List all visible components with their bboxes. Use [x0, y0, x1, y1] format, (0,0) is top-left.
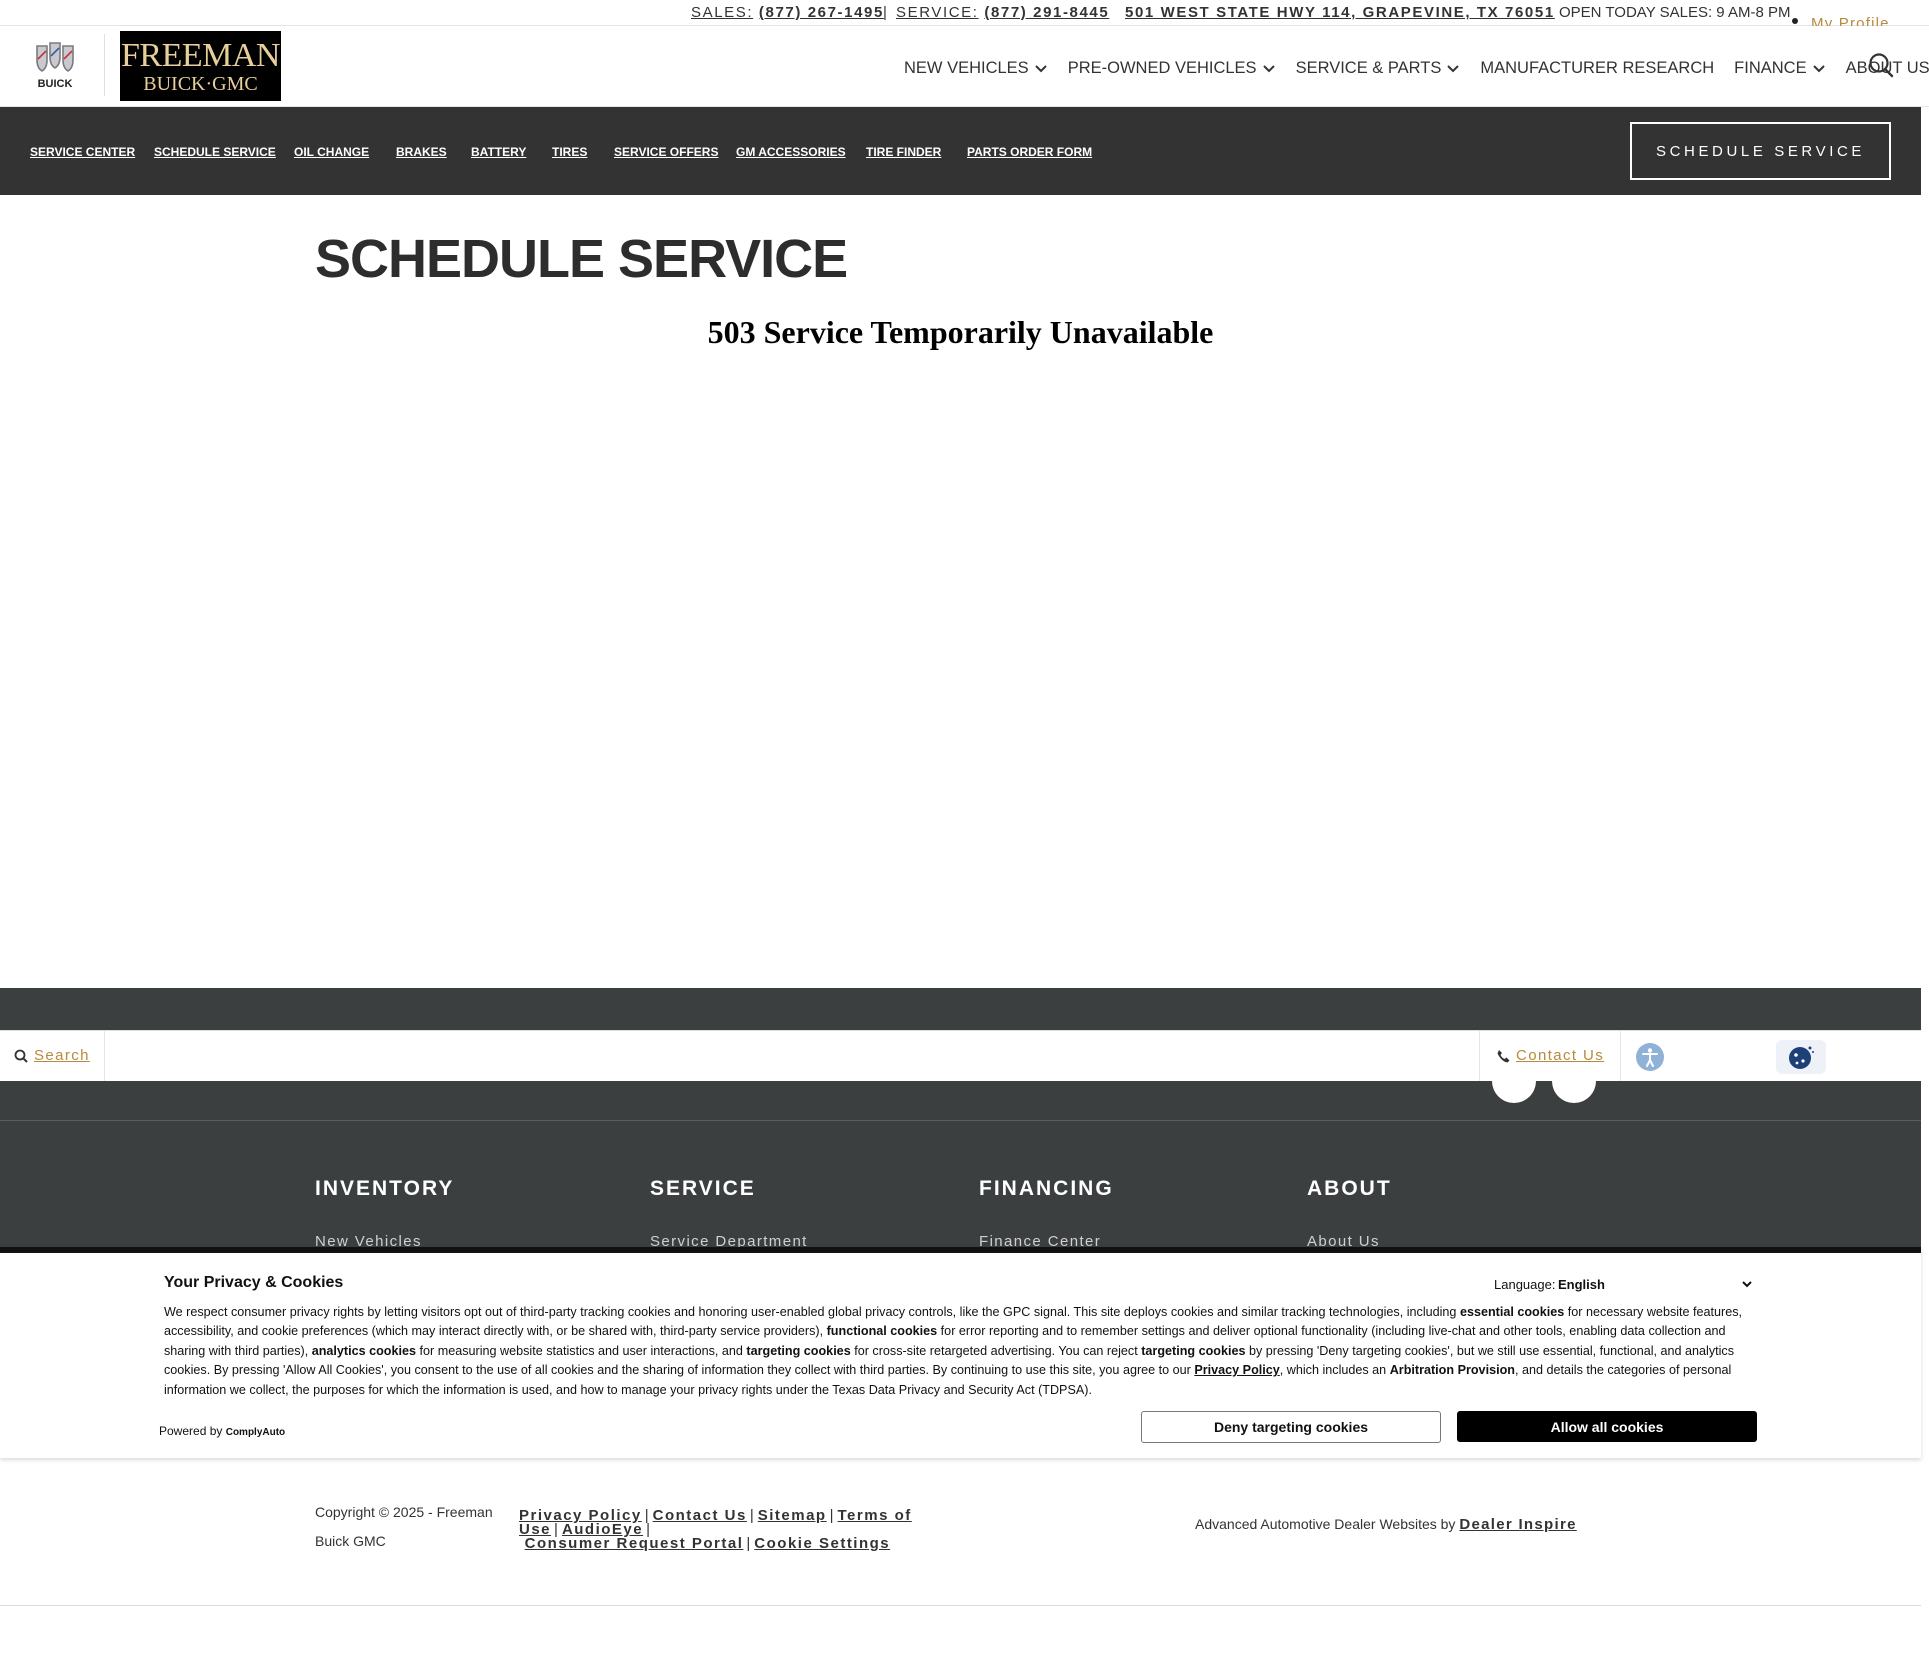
- footer-links: INVENTORY SERVICE FINANCING ABOUT New Ve…: [0, 1121, 1921, 1251]
- subnav-battery[interactable]: BATTERY: [471, 145, 526, 159]
- cookie-settings-badge[interactable]: [1776, 1040, 1826, 1074]
- subnav-oil-change[interactable]: OIL CHANGE: [294, 145, 369, 159]
- allow-all-cookies-button[interactable]: Allow all cookies: [1457, 1411, 1757, 1442]
- footer-heading-service: SERVICE: [650, 1177, 756, 1200]
- social-button[interactable]: [1492, 1069, 1536, 1103]
- logo-line-2: BUICK·GMC: [143, 73, 258, 95]
- main-navigation: NEW VEHICLES PRE-OWNED VEHICLES SERVICE …: [904, 56, 1929, 80]
- service-subnav: SERVICE CENTER SCHEDULE SERVICE OIL CHAN…: [0, 107, 1921, 195]
- subnav-tires[interactable]: TIRES: [552, 145, 587, 159]
- subnav-parts-order-form[interactable]: PARTS ORDER FORM: [967, 145, 1092, 159]
- quickbar-divider: [1479, 1031, 1480, 1082]
- site-header: BUICK FREEMAN BUICK·GMC NEW VEHICLES PRE…: [0, 26, 1929, 107]
- freeman-buick-gmc-logo[interactable]: FREEMAN BUICK·GMC: [120, 31, 281, 101]
- address-link[interactable]: 501 WEST STATE HWY 114, GRAPEVINE, TX 76…: [1125, 4, 1555, 21]
- footer-contact-us-link[interactable]: Contact Us: [653, 1507, 747, 1524]
- nav-new-vehicles[interactable]: NEW VEHICLES: [904, 56, 1048, 80]
- buick-tri-shield-icon: BUICK: [36, 42, 74, 90]
- schedule-service-button[interactable]: SCHEDULE SERVICE: [1630, 122, 1891, 180]
- phone-icon: [1497, 1049, 1510, 1062]
- service-phone-link[interactable]: SERVICE: (877) 291-8445: [896, 4, 1109, 21]
- subnav-service-offers[interactable]: SERVICE OFFERS: [614, 145, 718, 159]
- subnav-tire-finder[interactable]: TIRE FINDER: [866, 145, 941, 159]
- quickbar-contact-us[interactable]: Contact Us: [1496, 1047, 1604, 1064]
- nav-finance[interactable]: FINANCE: [1734, 56, 1825, 80]
- phone-divider: |: [883, 4, 889, 21]
- chevron-down-icon: [1034, 65, 1047, 73]
- logo-divider: [104, 34, 105, 96]
- footer-heading-inventory: INVENTORY: [315, 1177, 455, 1200]
- logo-line-1: FREEMAN: [121, 37, 280, 74]
- accessibility-icon[interactable]: [1636, 1043, 1664, 1071]
- complyauto-logo[interactable]: ComplyAuto: [226, 1427, 285, 1438]
- top-utility-bar: SALES: (877) 267-1495 | SERVICE: (877) 2…: [0, 0, 1929, 26]
- bottom-footer: Copyright © 2025 - Freeman Buick GMC Pri…: [0, 1458, 1921, 1606]
- subnav-schedule-service[interactable]: SCHEDULE SERVICE: [154, 145, 276, 159]
- nav-pre-owned-vehicles[interactable]: PRE-OWNED VEHICLES: [1068, 56, 1276, 80]
- quickbar-search[interactable]: Search: [14, 1047, 90, 1064]
- deny-targeting-cookies-button[interactable]: Deny targeting cookies: [1141, 1411, 1441, 1443]
- search-icon[interactable]: [1868, 52, 1894, 78]
- copyright-text: Copyright © 2025 - Freeman Buick GMC: [315, 1504, 493, 1549]
- nav-service-parts[interactable]: SERVICE & PARTS: [1296, 56, 1461, 80]
- footer-consumer-request-link[interactable]: Consumer Request Portal: [525, 1535, 744, 1552]
- dealer-inspire-link[interactable]: Dealer Inspire: [1459, 1516, 1576, 1533]
- cookie-banner-text: We respect consumer privacy rights by le…: [164, 1305, 1743, 1397]
- chevron-down-icon: [1812, 65, 1825, 73]
- footer-cookie-settings-link[interactable]: Cookie Settings: [754, 1535, 890, 1552]
- sales-phone-link[interactable]: SALES: (877) 267-1495: [691, 4, 884, 21]
- cookie-consent-banner: Your Privacy & Cookies Language: English…: [0, 1247, 1921, 1458]
- footer-sitemap-link[interactable]: Sitemap: [758, 1507, 827, 1524]
- buick-logo[interactable]: BUICK: [26, 40, 84, 90]
- subnav-service-center[interactable]: SERVICE CENTER: [30, 145, 135, 159]
- hours-text: OPEN TODAY SALES: 9 AM-8 PM: [1559, 4, 1791, 21]
- footer-top-band: [0, 988, 1921, 1030]
- footer-heading-financing: FINANCING: [979, 1177, 1114, 1200]
- quick-action-bar: Search Contact Us: [0, 1030, 1921, 1082]
- chevron-down-icon: [1742, 1281, 1752, 1288]
- nav-manufacturer-research[interactable]: MANUFACTURER RESEARCH: [1480, 56, 1714, 80]
- my-profile-link[interactable]: My Profile: [1811, 15, 1890, 26]
- chevron-down-icon: [1447, 65, 1460, 73]
- quickbar-divider: [1620, 1031, 1621, 1082]
- language-label: Language:: [1494, 1277, 1556, 1292]
- chevron-down-icon: [1262, 65, 1275, 73]
- social-button[interactable]: [1552, 1069, 1596, 1103]
- language-select[interactable]: English: [1558, 1273, 1756, 1295]
- footer-heading-about: ABOUT: [1307, 1177, 1392, 1200]
- quickbar-divider: [104, 1031, 105, 1082]
- search-icon: [14, 1049, 28, 1063]
- dealer-credit: Advanced Automotive Dealer Websites by D…: [1195, 1516, 1577, 1533]
- legal-links: Privacy Policy | Contact Us | Sitemap | Terms …: [519, 1507, 912, 1552]
- footer-mid-band: [0, 1069, 1921, 1121]
- powered-by: Powered by ComplyAuto: [159, 1424, 286, 1438]
- subnav-brakes[interactable]: BRAKES: [396, 145, 447, 159]
- cookie-icon: [1789, 1046, 1814, 1069]
- subnav-gm-accessories[interactable]: GM ACCESSORIES: [736, 145, 846, 159]
- svg-text:BUICK: BUICK: [38, 78, 73, 90]
- cookie-banner-title: Your Privacy & Cookies: [164, 1274, 344, 1291]
- page-title: SCHEDULE SERVICE: [315, 229, 848, 289]
- privacy-policy-link[interactable]: Privacy Policy: [1194, 1363, 1279, 1377]
- error-message: 503 Service Temporarily Unavailable: [707, 314, 1214, 350]
- profile-bullet: [1792, 18, 1798, 24]
